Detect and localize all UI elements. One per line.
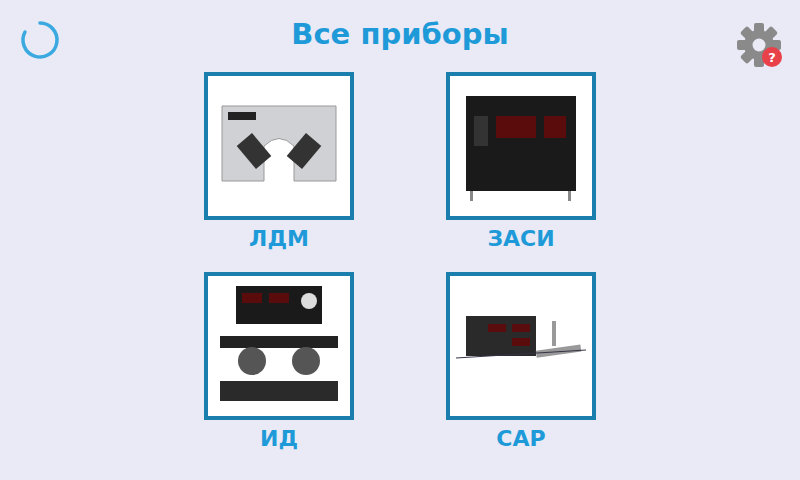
device-card[interactable]: ЗАСИ xyxy=(446,72,596,254)
page-title: Все приборы xyxy=(291,17,508,51)
device-card[interactable]: САР xyxy=(446,272,596,454)
device-label[interactable]: ИД xyxy=(260,420,298,454)
device-label[interactable]: САР xyxy=(496,420,545,454)
device-grid: ЛДМ ЗАСИ ИД САР xyxy=(204,72,596,454)
device-card[interactable]: ЛДМ xyxy=(204,72,354,254)
device-label[interactable]: ЛДМ xyxy=(249,220,309,254)
device-label[interactable]: ЗАСИ xyxy=(487,220,554,254)
device-photo[interactable] xyxy=(204,272,354,420)
device-photo[interactable] xyxy=(446,72,596,220)
loading-icon xyxy=(19,19,61,61)
help-badge[interactable]: ? xyxy=(762,47,782,67)
device-photo[interactable] xyxy=(446,272,596,420)
header: Все приборы xyxy=(0,0,800,72)
device-card[interactable]: ИД xyxy=(204,272,354,454)
device-photo[interactable] xyxy=(204,72,354,220)
